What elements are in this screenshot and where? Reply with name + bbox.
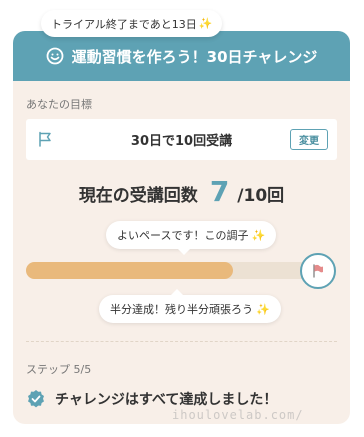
milestone-bubble: 半分達成！残り半分頑張ろう ✨: [99, 289, 281, 323]
count-label: 現在の受講回数: [78, 186, 198, 206]
sparkles-icon: ✨: [251, 228, 266, 242]
smile-icon: [46, 47, 64, 65]
count-total: /10回: [237, 186, 285, 206]
goal-label: あなたの目標: [26, 98, 92, 111]
progress-fill: [26, 262, 233, 279]
progress-bar: [26, 262, 321, 279]
trial-badge-text: トライアル終了まであと13日: [51, 17, 197, 31]
encouragement-bubble: よいペースです！この調子 ✨: [106, 221, 277, 255]
sparkles-icon: ✨: [256, 302, 270, 316]
trial-badge: トライアル終了まであと13日 ✨: [41, 10, 223, 37]
completion-text: チャレンジはすべて達成しました！: [55, 392, 278, 408]
encouragement-text: よいペースです！この調子: [117, 229, 249, 242]
flag-icon: [39, 131, 51, 147]
challenge-header: 運動習慣を作ろう！30日チャレンジ: [13, 31, 350, 81]
goal-flag-icon: [300, 253, 336, 289]
goal-box: 30日で10回受講 変更: [26, 119, 337, 160]
watermark: ihoulovelab.com/: [172, 408, 304, 422]
goal-text: 30日で10回受講: [130, 134, 233, 149]
sparkles-icon: ✨: [198, 17, 213, 30]
flag-icon: [313, 264, 323, 278]
change-goal-button[interactable]: 変更: [290, 129, 328, 150]
step-label: ステップ 5/5: [26, 363, 92, 376]
check-badge-icon: [28, 390, 44, 408]
challenge-title: 運動習慣を作ろう！30日チャレンジ: [71, 47, 318, 66]
count-value: 7: [209, 175, 230, 208]
session-count: 現在の受講回数 7 /10回: [13, 175, 350, 211]
challenge-card: 運動習慣を作ろう！30日チャレンジ あなたの目標 30日で10回受講 変更 現在…: [13, 31, 350, 424]
milestone-text: 半分達成！残り半分頑張ろう: [110, 303, 253, 316]
divider: [26, 341, 337, 342]
